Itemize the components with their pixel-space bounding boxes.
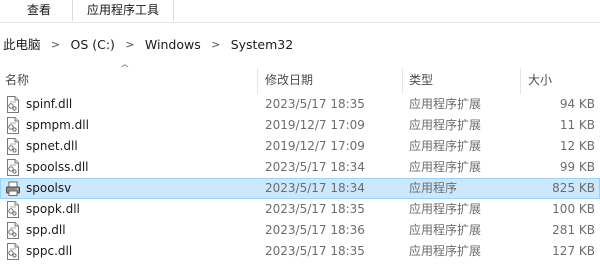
file-name: spinf.dll [26,97,73,111]
file-modified-date: 2019/12/7 17:09 [265,118,365,132]
file-name: spp.dll [26,223,66,237]
sort-ascending-icon: ^ [119,64,130,74]
file-name: spopk.dll [26,202,80,216]
file-name: spoolsv [26,181,72,195]
printer-icon [5,180,21,197]
file-type: 应用程序 [409,181,458,195]
dll-file-icon [5,201,21,218]
file-row[interactable]: spmpm.dll 2019/12/7 17:09 应用程序扩展 11 KB [0,115,600,136]
column-divider[interactable] [257,68,258,94]
column-header-name[interactable]: 名称 [5,68,29,92]
file-row[interactable]: spoolss.dll 2023/5/17 18:34 应用程序扩展 99 KB [0,157,600,178]
breadcrumb-separator-icon[interactable]: > [45,32,67,58]
file-type: 应用程序扩展 [409,202,482,216]
file-row[interactable]: spopk.dll 2023/5/17 18:35 应用程序扩展 100 KB [0,199,600,220]
file-size: 94 KB [559,97,595,111]
ribbon-tabs: 查看 应用程序工具 [0,0,600,23]
column-header: ^ 名称 修改日期 类型 大小 [0,64,600,94]
file-name: spnet.dll [26,139,78,153]
breadcrumb-separator-icon[interactable]: > [119,32,141,58]
file-size: 99 KB [559,160,595,174]
file-row[interactable]: spinf.dll 2023/5/17 18:35 应用程序扩展 94 KB [0,94,600,115]
tab-application-tools[interactable]: 应用程序工具 [72,0,174,21]
file-row-selected[interactable]: spoolsv 2023/5/17 18:34 应用程序 825 KB [0,178,600,199]
column-header-date[interactable]: 修改日期 [265,68,313,92]
file-size: 281 KB [552,223,595,237]
tab-view[interactable]: 查看 [8,0,70,21]
breadcrumb-os-drive[interactable]: OS (C:) [70,32,114,58]
file-size: 11 KB [559,118,595,132]
column-divider[interactable] [402,68,403,94]
file-list: spinf.dll 2023/5/17 18:35 应用程序扩展 94 KB spmpm… [0,94,600,262]
file-row[interactable]: spp.dll 2023/5/17 18:36 应用程序扩展 281 KB [0,220,600,241]
file-type: 应用程序扩展 [409,139,482,153]
file-modified-date: 2023/5/17 18:34 [265,181,365,195]
file-modified-date: 2019/12/7 17:09 [265,139,365,153]
file-modified-date: 2023/5/17 18:35 [265,97,365,111]
file-modified-date: 2023/5/17 18:34 [265,160,365,174]
dll-file-icon [5,117,21,134]
breadcrumb-system32[interactable]: System32 [231,32,294,58]
file-type: 应用程序扩展 [409,223,482,237]
dll-file-icon [5,243,21,260]
address-bar[interactable]: 此电脑 > OS (C:) > Windows > System32 [0,32,600,58]
file-size: 825 KB [552,181,595,195]
file-type: 应用程序扩展 [409,244,482,258]
column-header-size[interactable]: 大小 [528,68,552,92]
breadcrumb-this-pc[interactable]: 此电脑 [3,32,41,58]
file-modified-date: 2023/5/17 18:35 [265,244,365,258]
file-type: 应用程序扩展 [409,118,482,132]
dll-file-icon [5,96,21,113]
dll-file-icon [5,222,21,239]
column-header-type[interactable]: 类型 [409,68,433,92]
file-type: 应用程序扩展 [409,97,482,111]
column-divider[interactable] [520,68,521,94]
file-size: 12 KB [559,139,595,153]
breadcrumb-separator-icon[interactable]: > [205,32,227,58]
file-row[interactable]: sppc.dll 2023/5/17 18:35 应用程序扩展 127 KB [0,241,600,262]
file-size: 100 KB [552,202,595,216]
file-size: 127 KB [552,244,595,258]
file-modified-date: 2023/5/17 18:36 [265,223,365,237]
file-type: 应用程序扩展 [409,160,482,174]
file-row[interactable]: spnet.dll 2019/12/7 17:09 应用程序扩展 12 KB [0,136,600,157]
file-name: spmpm.dll [26,118,89,132]
dll-file-icon [5,138,21,155]
file-modified-date: 2023/5/17 18:35 [265,202,365,216]
breadcrumb-windows[interactable]: Windows [145,32,201,58]
file-name: sppc.dll [26,244,73,258]
dll-file-icon [5,159,21,176]
file-name: spoolss.dll [26,160,89,174]
